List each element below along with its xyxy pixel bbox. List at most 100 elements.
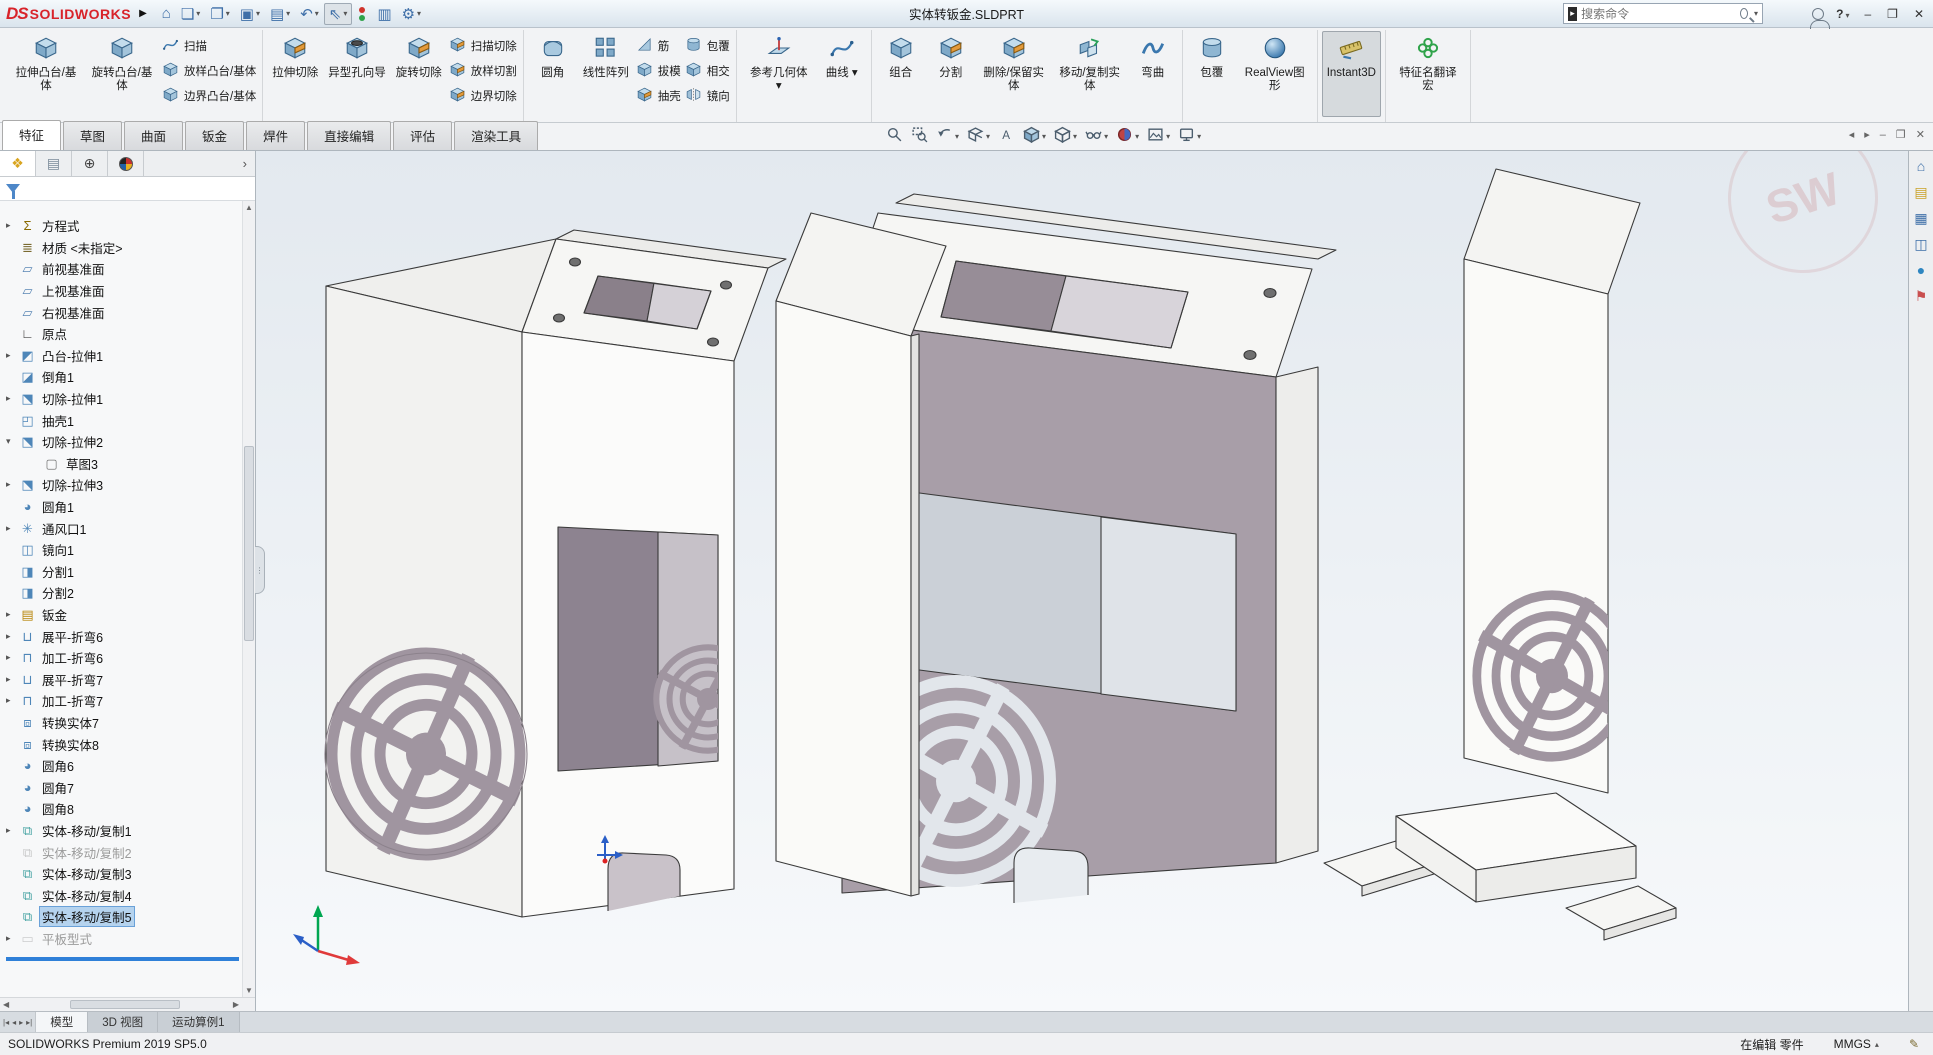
tree-item-钣金[interactable]: ▸▤钣金	[0, 604, 240, 626]
ribbon-button[interactable]: 放样凸台/基体	[162, 60, 256, 82]
ribbon-button[interactable]: 包覆	[685, 35, 730, 57]
scrollbar-thumb[interactable]	[244, 446, 254, 641]
doc-tab-3D 视图[interactable]: 3D 视图	[88, 1012, 158, 1032]
ribbon-button[interactable]: 包覆	[1187, 31, 1237, 117]
tab-焊件[interactable]: 焊件	[246, 121, 305, 150]
tree-item-材质 <未指定>[interactable]: ≣材质 <未指定>	[0, 237, 240, 259]
zoom-area-button[interactable]	[909, 125, 930, 147]
zoom-fit-button[interactable]	[884, 125, 905, 147]
tree-item-实体-移动/复制2[interactable]: ⧉实体-移动/复制2	[0, 841, 240, 863]
tree-item-加工-折弯6[interactable]: ▸⊓加工-折弯6	[0, 647, 240, 669]
open-button[interactable]: ❐▾	[205, 3, 234, 25]
tab-曲面[interactable]: 曲面	[124, 121, 183, 150]
tree-item-展平-折弯6[interactable]: ▸⊔展平-折弯6	[0, 625, 240, 647]
ribbon-button[interactable]: 曲线 ▾	[817, 31, 867, 117]
tree-item-label[interactable]: 实体-移动/复制2	[39, 842, 135, 863]
expand-collapsed-icon[interactable]: ▸	[6, 933, 19, 944]
tree-item-分割1[interactable]: ◨分割1	[0, 561, 240, 583]
ribbon-button[interactable]: 放样切割	[449, 60, 517, 82]
view-settings-button[interactable]: ▾	[1176, 125, 1203, 147]
dropdown-caret-icon[interactable]: ▾	[196, 9, 200, 18]
panel-tab-property-manager[interactable]: ▤	[36, 151, 72, 176]
expand-expanded-icon[interactable]: ▾	[6, 436, 19, 447]
save-button[interactable]: ▣▾	[235, 3, 265, 25]
ribbon-button[interactable]: Instant3D	[1322, 31, 1381, 117]
tree-item-label[interactable]: 圆角8	[39, 798, 77, 819]
units-selector[interactable]: MMGS ▴	[1834, 1037, 1879, 1051]
appearances-scenes-icon[interactable]: ●	[1917, 263, 1925, 277]
performance-lights-button[interactable]	[352, 3, 372, 25]
tree-item-上视基准面[interactable]: ▱上视基准面	[0, 280, 240, 302]
tree-item-label[interactable]: 圆角6	[39, 755, 77, 776]
undo-button[interactable]: ↶▾	[295, 3, 324, 25]
edit-appearance-button[interactable]: ▾	[1114, 125, 1141, 147]
tree-item-label[interactable]: 材质 <未指定>	[39, 237, 126, 258]
restore-button[interactable]: ❐	[1884, 7, 1901, 21]
tree-item-label[interactable]: 平板型式	[39, 928, 95, 949]
tree-item-label[interactable]: 圆角1	[39, 496, 77, 517]
tree-item-实体-移动/复制3[interactable]: ⧉实体-移动/复制3	[0, 863, 240, 885]
search-dropdown-caret-icon[interactable]: ▾	[1754, 9, 1758, 18]
scrollbar-thumb[interactable]	[70, 1000, 180, 1009]
dropdown-caret-icon[interactable]: ▾	[343, 9, 347, 18]
ribbon-button[interactable]: 抽壳	[636, 85, 681, 107]
tree-item-label[interactable]: 实体-移动/复制5	[39, 906, 135, 927]
tree-item-label[interactable]: 加工-折弯6	[39, 647, 106, 668]
tree-item-圆角8[interactable]: ◕圆角8	[0, 798, 240, 820]
tree-item-label[interactable]: 原点	[39, 323, 70, 344]
home-button[interactable]: ⌂	[157, 3, 176, 25]
tree-item-label[interactable]: 实体-移动/复制1	[39, 820, 135, 841]
tree-item-label[interactable]: 方程式	[39, 215, 83, 236]
tab-nav-button-0[interactable]: |◂	[3, 1018, 9, 1027]
dropdown-caret-icon[interactable]: ▾	[1042, 132, 1046, 141]
ribbon-button[interactable]: 参考几何体 ▾	[741, 31, 817, 117]
ribbon-button[interactable]: 边界凸台/基体	[162, 85, 256, 107]
model-scene[interactable]	[256, 151, 1908, 1011]
view-orientation-button[interactable]: ▾	[1021, 125, 1048, 147]
solidworks-resources-icon[interactable]: ⌂	[1917, 159, 1925, 173]
ribbon-button[interactable]: 组合	[876, 31, 926, 117]
tree-item-实体-移动/复制4[interactable]: ⧉实体-移动/复制4	[0, 884, 240, 906]
tree-item-label[interactable]: 草图3	[63, 453, 101, 474]
dropdown-caret-icon[interactable]: ▾	[315, 9, 319, 18]
select-button[interactable]: ⇖▾	[324, 3, 353, 25]
tree-item-实体-移动/复制1[interactable]: ▸⧉实体-移动/复制1	[0, 820, 240, 842]
tree-item-label[interactable]: 右视基准面	[39, 302, 108, 323]
user-icon[interactable]	[1812, 8, 1824, 20]
tree-item-前视基准面[interactable]: ▱前视基准面	[0, 258, 240, 280]
help-button[interactable]: ?▾	[1836, 7, 1849, 21]
tree-item-label[interactable]: 圆角7	[39, 777, 77, 798]
ribbon-button[interactable]: 弯曲	[1128, 31, 1178, 117]
tree-item-转换实体8[interactable]: ⧈转换实体8	[0, 733, 240, 755]
tree-item-平板型式[interactable]: ▸▭平板型式	[0, 928, 240, 950]
ribbon-button[interactable]: 旋转切除	[391, 31, 447, 117]
ribbon-button[interactable]: 镜向	[685, 85, 730, 107]
tree-item-圆角1[interactable]: ◕圆角1	[0, 496, 240, 518]
tree-item-label[interactable]: 分割2	[39, 582, 77, 603]
tree-item-label[interactable]: 上视基准面	[39, 280, 108, 301]
expand-collapsed-icon[interactable]: ▸	[6, 674, 19, 685]
tree-item-label[interactable]: 切除-拉伸1	[39, 388, 106, 409]
file-explorer-icon[interactable]: ▦	[1914, 211, 1927, 225]
tree-item-通风口1[interactable]: ▸✳通风口1	[0, 517, 240, 539]
tab-直接编辑[interactable]: 直接编辑	[307, 121, 391, 150]
ribbon-button[interactable]: 线性阵列	[578, 31, 634, 117]
panel-tab-display-manager[interactable]	[108, 151, 144, 176]
expand-collapsed-icon[interactable]: ▸	[6, 220, 19, 231]
section-view-button[interactable]: ▾	[965, 125, 992, 147]
tab-渲染工具[interactable]: 渲染工具	[454, 121, 538, 150]
dropdown-caret-icon[interactable]: ▾	[226, 9, 230, 18]
minimize-button[interactable]: –	[1861, 7, 1874, 21]
scroll-left-button[interactable]: ◂	[1849, 128, 1855, 141]
tree-item-label[interactable]: 展平-折弯6	[39, 626, 106, 647]
tree-item-label[interactable]: 凸台-拉伸1	[39, 345, 106, 366]
ribbon-button[interactable]: 扫描	[162, 35, 256, 57]
panel-expand-chevron-icon[interactable]: ›	[235, 151, 255, 176]
tree-item-草图3[interactable]: ▢草图3	[0, 453, 240, 475]
command-search-box[interactable]: ▸ ▾	[1563, 3, 1763, 24]
scroll-right-button[interactable]: ▸	[1864, 128, 1870, 141]
dynamic-annotation-views-button[interactable]: A	[996, 125, 1017, 147]
display-style-button[interactable]: ▾	[1052, 125, 1079, 147]
tree-item-label[interactable]: 转换实体8	[39, 734, 102, 755]
tree-horizontal-scrollbar[interactable]: ◀ ▶	[0, 997, 255, 1011]
